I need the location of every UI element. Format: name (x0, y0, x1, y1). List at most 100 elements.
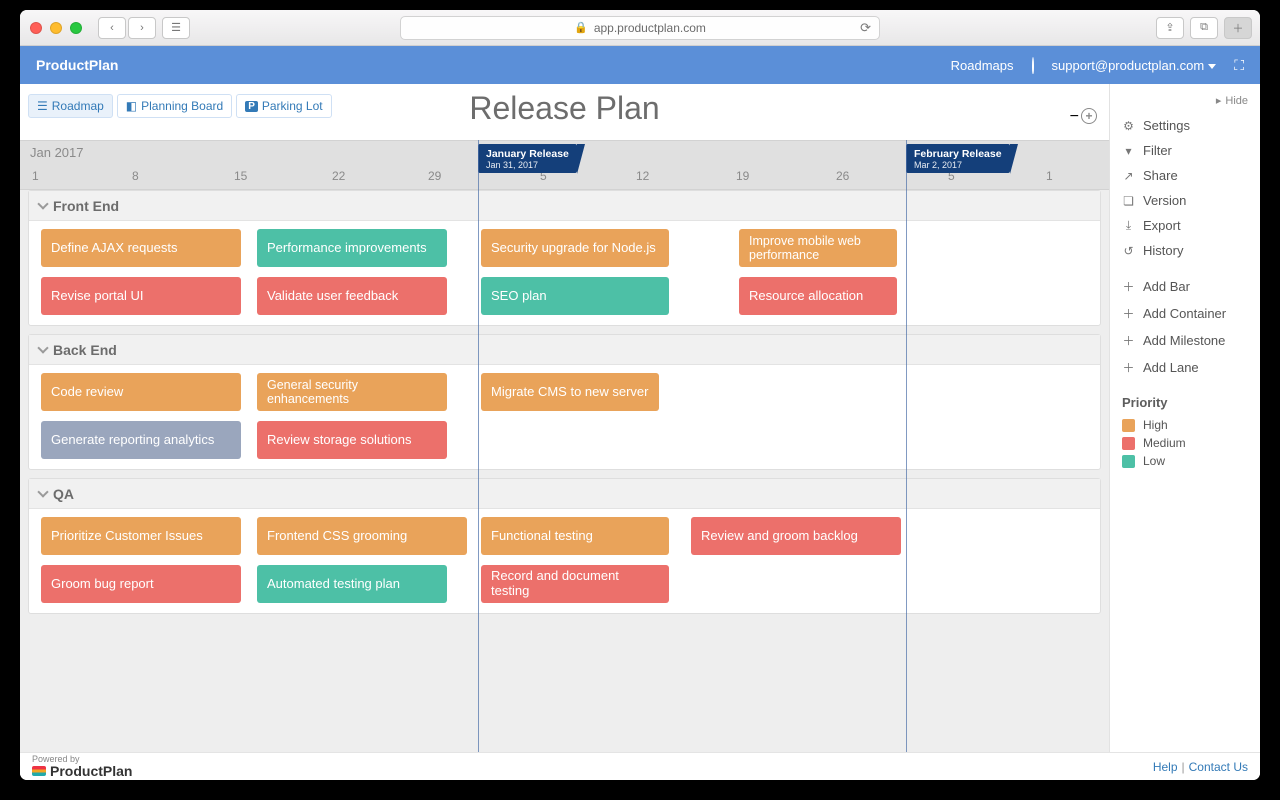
timeline-day: 29 (428, 169, 441, 183)
legend-swatch (1122, 455, 1135, 468)
tabs-button[interactable]: ⧉ (1190, 17, 1218, 39)
lane-row: Generate reporting analytics Review stora… (29, 421, 1100, 461)
timeline-day: 22 (332, 169, 345, 183)
fullscreen-icon[interactable]: ⛶ (1234, 57, 1244, 74)
tab-planning-board[interactable]: ◧Planning Board (117, 94, 232, 118)
sidebar-action[interactable]: ▾Filter (1122, 138, 1248, 163)
roadmap-bar[interactable]: General security enhancements (257, 373, 447, 411)
sidebar-add-action[interactable]: ＋Add Container (1122, 300, 1248, 327)
legend-item: High (1122, 416, 1248, 434)
timeline-day: 1 (32, 169, 39, 183)
lanes-container: Front End Define AJAX requests Performance… (20, 190, 1109, 752)
tab-parking-lot[interactable]: PParking Lot (236, 94, 331, 118)
plus-icon: ＋ (1122, 278, 1135, 295)
app-header: ProductPlan Roadmaps support@productplan… (20, 46, 1260, 84)
url-bar[interactable]: 🔒 app.productplan.com ⟳ (400, 16, 880, 40)
logo-stripes-icon (32, 766, 46, 776)
plus-icon: ＋ (1122, 332, 1135, 349)
lane-header[interactable]: Back End (29, 335, 1100, 365)
caret-down-icon (1208, 64, 1216, 69)
legend-item: Low (1122, 452, 1248, 470)
roadmap-bar[interactable]: Automated testing plan (257, 565, 447, 603)
minimize-window-icon[interactable] (50, 22, 62, 34)
footer-logo[interactable]: ProductPlan (32, 764, 132, 778)
sidebar-item-icon: ❏ (1122, 194, 1135, 208)
milestone-marker[interactable]: February ReleaseMar 2, 2017 (906, 144, 1010, 173)
zoom-out-button[interactable]: − (1070, 108, 1079, 126)
timeline-day: 1 (1046, 169, 1053, 183)
lane: QA Prioritize Customer Issues Frontend CSS… (28, 478, 1101, 614)
roadmap-bar[interactable]: Revise portal UI (41, 277, 241, 315)
roadmap-bar[interactable]: Functional testing (481, 517, 669, 555)
reload-icon[interactable]: ⟳ (860, 20, 871, 36)
roadmap-bar[interactable]: Security upgrade for Node.js (481, 229, 669, 267)
timeline-header: Jan 2017FebMar18152229512192651January R… (20, 140, 1109, 190)
new-tab-button[interactable]: ＋ (1224, 17, 1252, 39)
roadmap-bar[interactable]: Resource allocation (739, 277, 897, 315)
help-link[interactable]: Help (1153, 760, 1178, 774)
roadmap-bar[interactable]: Groom bug report (41, 565, 241, 603)
notifications-icon[interactable] (1032, 58, 1034, 73)
roadmap-bar[interactable]: Define AJAX requests (41, 229, 241, 267)
timeline: Jan 2017FebMar18152229512192651January R… (20, 140, 1109, 752)
sidebar-item-icon: ↺ (1122, 244, 1135, 258)
roadmap-bar[interactable]: Performance improvements (257, 229, 447, 267)
share-button[interactable]: ⇪ (1156, 17, 1184, 39)
roadmap-bar[interactable]: Validate user feedback (257, 277, 447, 315)
lane: Back End Code review General security enha… (28, 334, 1101, 470)
legend-title: Priority (1122, 395, 1248, 410)
lane: Front End Define AJAX requests Performance… (28, 190, 1101, 326)
timeline-day: 15 (234, 169, 247, 183)
chevron-down-icon (37, 342, 48, 353)
back-button[interactable]: ‹ (98, 17, 126, 39)
plus-icon: ＋ (1122, 305, 1135, 322)
sidebar-add-action[interactable]: ＋Add Bar (1122, 273, 1248, 300)
roadmap-bar[interactable]: Review and groom backlog (691, 517, 901, 555)
user-menu[interactable]: support@productplan.com (1052, 58, 1217, 73)
zoom-in-button[interactable]: + (1081, 108, 1097, 124)
url-text: app.productplan.com (594, 21, 706, 35)
milestone-marker[interactable]: January ReleaseJan 31, 2017 (478, 144, 577, 173)
lane-row: Revise portal UI Validate user feedback SE… (29, 277, 1100, 317)
roadmap-bar[interactable]: Record and document testing (481, 565, 669, 603)
lane-header[interactable]: Front End (29, 191, 1100, 221)
tab-roadmap[interactable]: ☰Roadmap (28, 94, 113, 118)
zoom-window-icon[interactable] (70, 22, 82, 34)
roadmap-bar[interactable]: Prioritize Customer Issues (41, 517, 241, 555)
sidebar-action[interactable]: ⤓Export (1122, 213, 1248, 238)
board-icon: ◧ (126, 99, 137, 113)
timeline-day: 8 (132, 169, 139, 183)
sidebar-action[interactable]: ↗Share (1122, 163, 1248, 188)
sidebar-action[interactable]: ↺History (1122, 238, 1248, 263)
browser-titlebar: ‹ › ☰ 🔒 app.productplan.com ⟳ ⇪ ⧉ ＋ (20, 10, 1260, 46)
roadmap-bar[interactable]: Migrate CMS to new server (481, 373, 659, 411)
sidebar-add-action[interactable]: ＋Add Milestone (1122, 327, 1248, 354)
contact-us-link[interactable]: Contact Us (1189, 760, 1248, 774)
app-brand[interactable]: ProductPlan (36, 57, 951, 73)
roadmap-icon: ☰ (37, 99, 48, 113)
right-sidebar: ▸ Hide ⚙Settings▾Filter↗Share❏Version⤓Ex… (1110, 84, 1260, 752)
nav-roadmaps[interactable]: Roadmaps (951, 58, 1014, 73)
sidebar-add-action[interactable]: ＋Add Lane (1122, 354, 1248, 381)
roadmap-bar[interactable]: SEO plan (481, 277, 669, 315)
sidebar-toggle-button[interactable]: ☰ (162, 17, 190, 39)
roadmap-bar[interactable]: Code review (41, 373, 241, 411)
timeline-month: Jan 2017 (30, 145, 84, 160)
roadmap-bar[interactable]: Frontend CSS grooming (257, 517, 467, 555)
lane-row: Prioritize Customer Issues Frontend CSS g… (29, 517, 1100, 557)
roadmap-bar[interactable]: Review storage solutions (257, 421, 447, 459)
sidebar-item-icon: ⚙ (1122, 119, 1135, 133)
sidebar-action[interactable]: ⚙Settings (1122, 113, 1248, 138)
roadmap-bar[interactable]: Improve mobile web performance (739, 229, 897, 267)
lane-row: Groom bug report Automated testing plan Re… (29, 565, 1100, 605)
roadmap-bar[interactable]: Generate reporting analytics (41, 421, 241, 459)
forward-button[interactable]: › (128, 17, 156, 39)
lane-header[interactable]: QA (29, 479, 1100, 509)
legend-swatch (1122, 419, 1135, 432)
lane-row: Code review General security enhancements… (29, 373, 1100, 413)
lock-icon: 🔒 (574, 21, 588, 34)
sidebar-item-icon: ⤓ (1122, 218, 1135, 233)
sidebar-action[interactable]: ❏Version (1122, 188, 1248, 213)
hide-sidebar-button[interactable]: ▸ Hide (1122, 94, 1248, 107)
close-window-icon[interactable] (30, 22, 42, 34)
